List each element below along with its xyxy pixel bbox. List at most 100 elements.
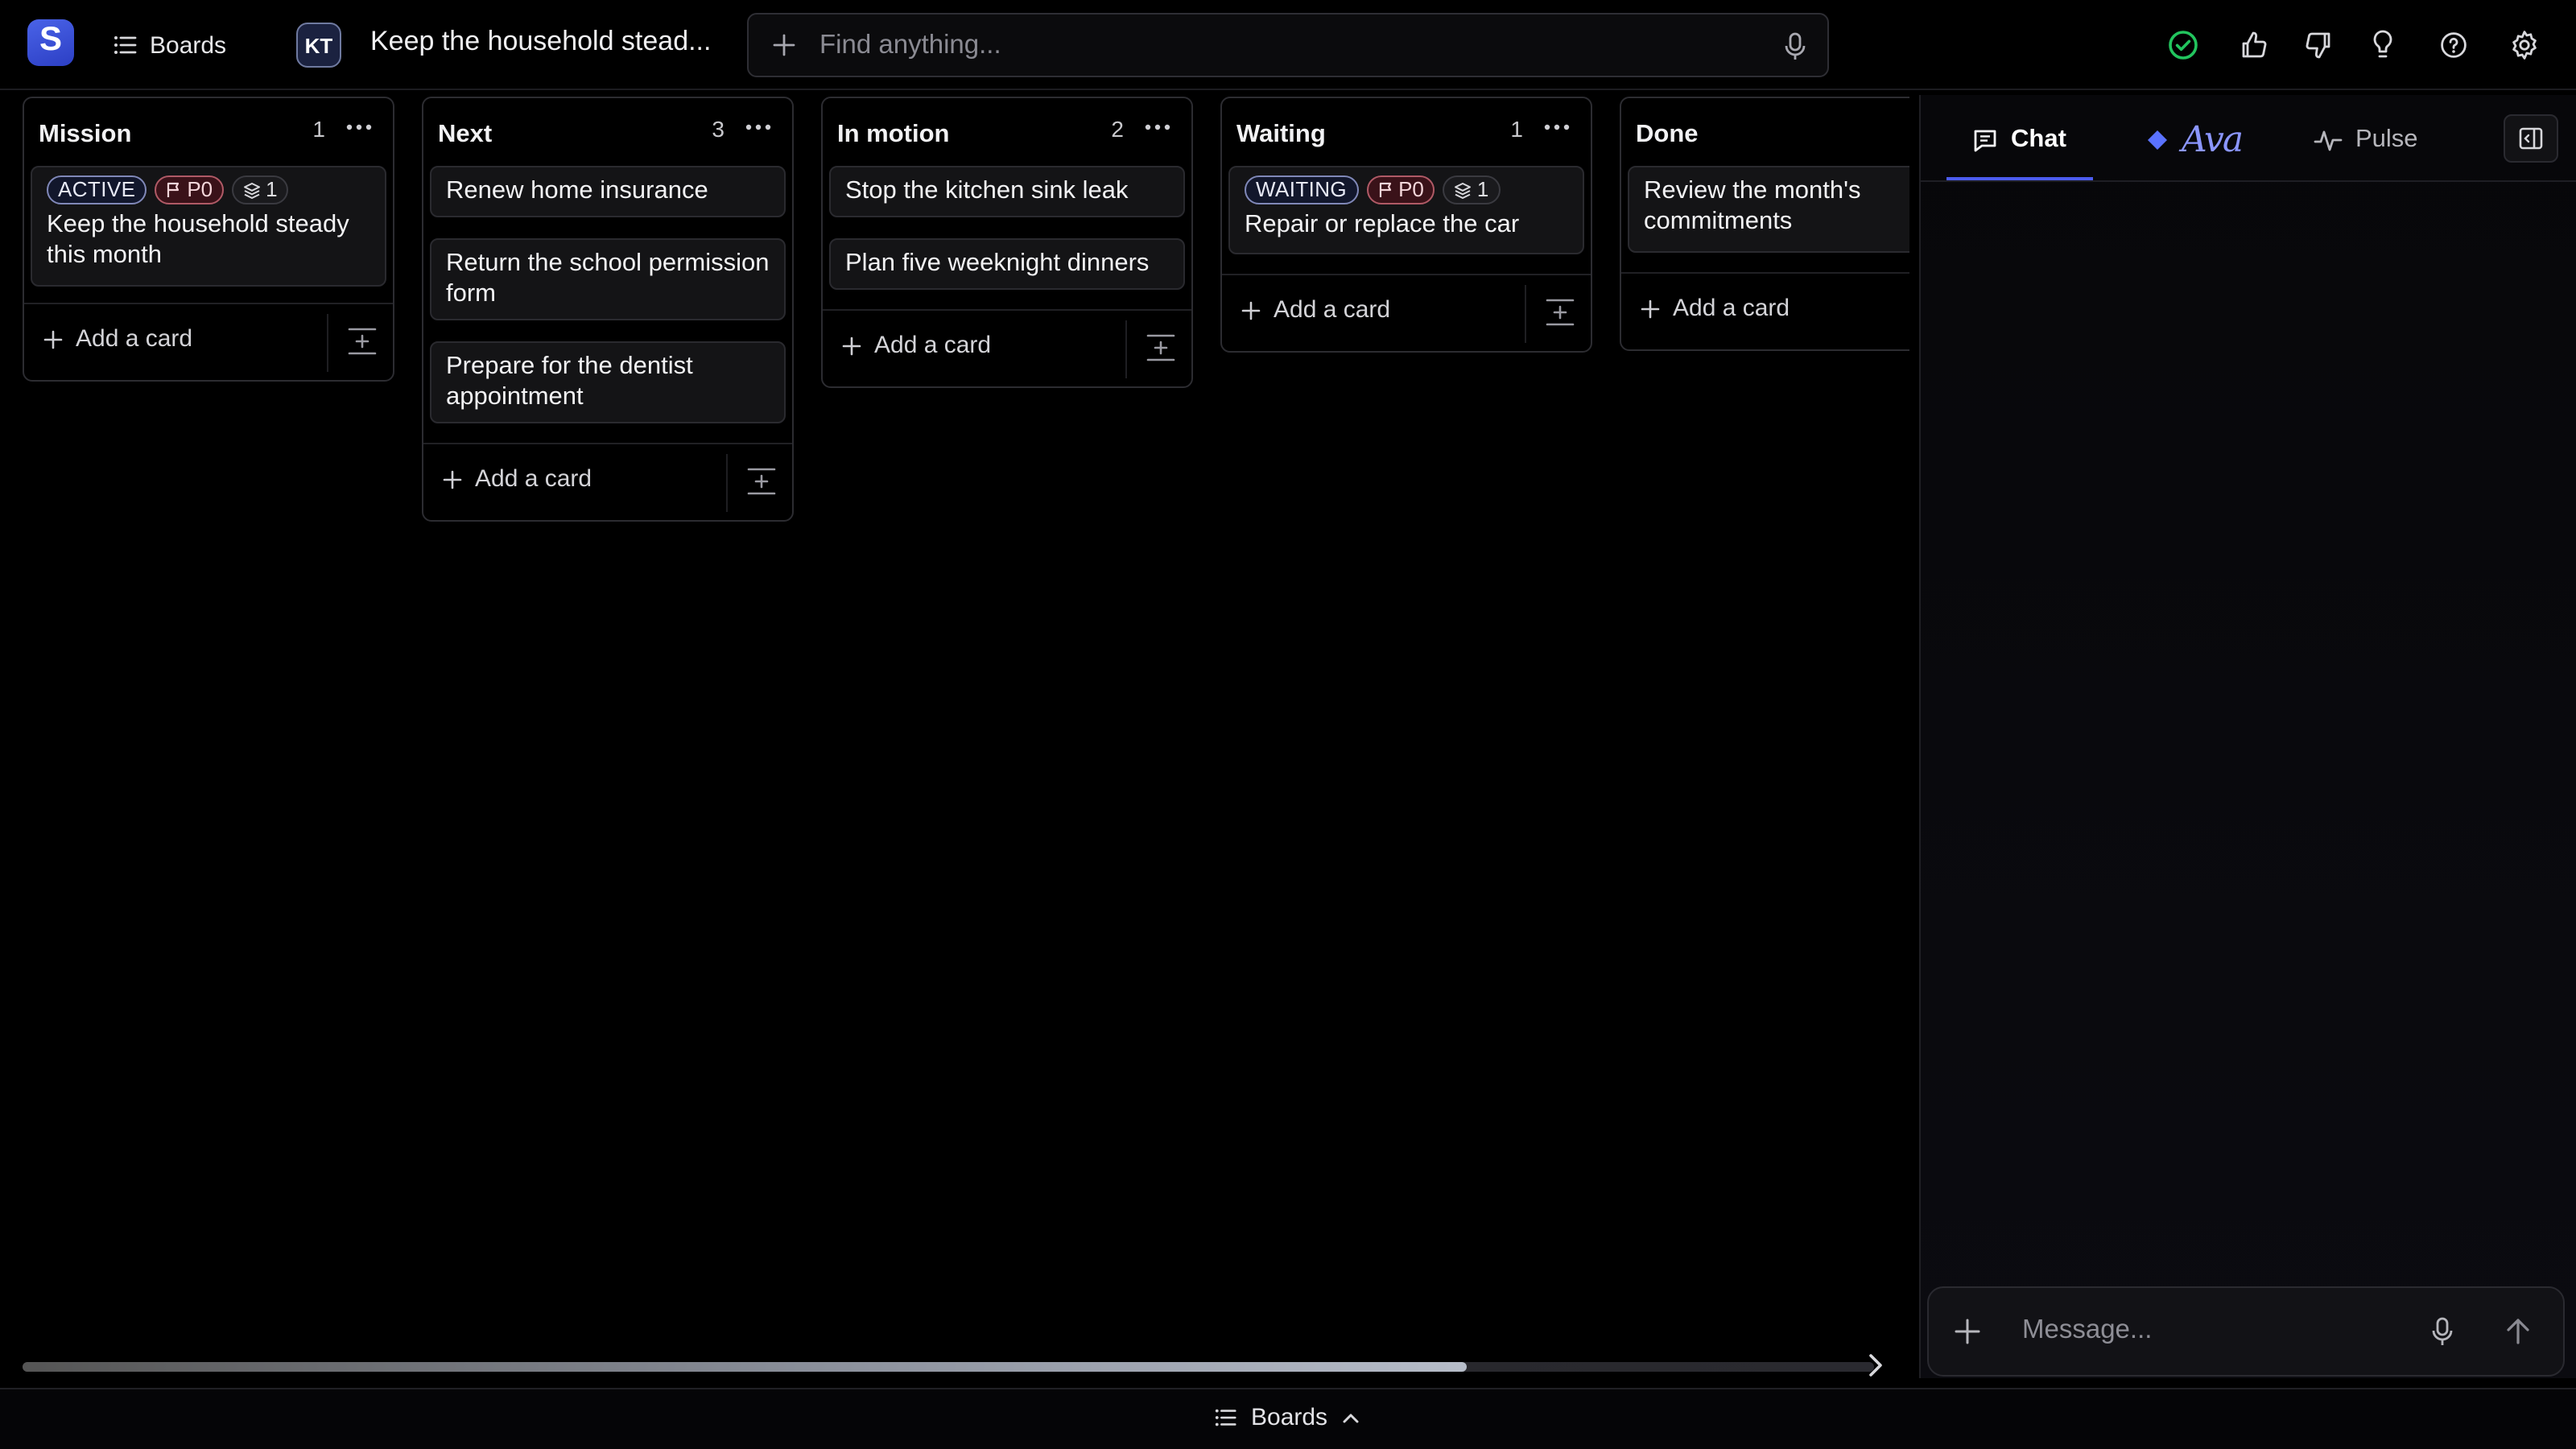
column-header: Waiting 1	[1222, 98, 1591, 166]
active-tab-indicator	[1946, 177, 2093, 180]
priority-badge: P0	[1366, 175, 1435, 204]
more-horizontal-icon	[745, 124, 771, 130]
card-title: Keep the household steady this month	[47, 211, 349, 269]
top-actions	[0, 26, 2576, 64]
flag-icon	[167, 182, 180, 197]
column-header: Done 1	[1621, 98, 1909, 166]
column-waiting: Waiting 1 WAITING P0 1 Repair or replace…	[1220, 97, 1592, 353]
horizontal-scrollbar[interactable]	[23, 1362, 1874, 1372]
column-menu-button[interactable]	[341, 113, 377, 142]
chevron-up-icon	[1342, 1413, 1358, 1422]
column-menu-button[interactable]	[1140, 113, 1175, 142]
add-card-button[interactable]: Add a card	[1641, 295, 1790, 322]
column-footer: Add a card	[823, 309, 1191, 386]
tab-chat-label: Chat	[2011, 126, 2066, 153]
bottom-boards-button[interactable]: Boards	[1214, 1404, 1360, 1431]
send-arrow-icon[interactable]	[2504, 1315, 2533, 1348]
layers-icon	[244, 182, 261, 198]
bottom-bar: Boards	[0, 1388, 2576, 1449]
column-header: Next 3	[423, 98, 792, 166]
card[interactable]: Plan five weeknight dinners	[829, 238, 1185, 290]
column-header: In motion 2	[823, 98, 1191, 166]
column-title: Done	[1636, 121, 1699, 148]
card[interactable]: Renew home insurance	[430, 166, 786, 217]
thumbs-up-button[interactable]	[2235, 26, 2273, 64]
add-card-label: Add a card	[76, 325, 193, 353]
message-input[interactable]: Message...	[2022, 1315, 2152, 1346]
panel-tabs: Chat Ava Pulse	[1921, 95, 2576, 182]
card[interactable]: Stop the kitchen sink leak	[829, 166, 1185, 217]
app-root: S Boards KT Keep the household stead... …	[0, 0, 2576, 1449]
add-card-button[interactable]: Add a card	[43, 325, 192, 353]
message-composer[interactable]: Message...	[1927, 1286, 2565, 1377]
insert-between-icon[interactable]	[1145, 332, 1177, 364]
lightbulb-icon	[2373, 30, 2392, 58]
column-menu-button[interactable]	[741, 113, 776, 142]
card-title: Repair or replace the car	[1245, 211, 1520, 238]
subtask-count: 1	[1476, 177, 1489, 201]
column-footer: Add a card	[1621, 272, 1909, 349]
layers-icon	[1455, 182, 1472, 198]
divider	[726, 454, 728, 512]
priority-label: P0	[1398, 177, 1424, 201]
priority-badge: P0	[155, 175, 225, 204]
list-icon	[1215, 1409, 1236, 1426]
bottom-boards-label: Boards	[1251, 1404, 1328, 1431]
more-horizontal-icon	[346, 124, 372, 130]
idea-button[interactable]	[2363, 26, 2402, 64]
help-button[interactable]	[2434, 26, 2473, 64]
column-done: Done 1 Review the month's commitments Ad…	[1620, 97, 1909, 351]
flag-icon	[1378, 182, 1391, 197]
pulse-icon	[2314, 130, 2343, 151]
card[interactable]: WAITING P0 1 Repair or replace the car	[1228, 166, 1584, 254]
tab-pulse[interactable]: Pulse	[2314, 121, 2418, 159]
tab-chat[interactable]: Chat	[1972, 121, 2066, 159]
scrollbar-thumb[interactable]	[23, 1362, 1467, 1372]
more-horizontal-icon	[1544, 124, 1570, 130]
add-card-button[interactable]: Add a card	[443, 465, 592, 493]
column-title: Next	[438, 121, 493, 148]
insert-between-icon[interactable]	[745, 465, 778, 497]
attach-plus-icon[interactable]	[1953, 1317, 1982, 1346]
card[interactable]: ACTIVE P0 1 Keep the household steady th…	[31, 166, 386, 287]
column-mission: Mission 1 ACTIVE P0 1 Keep the household…	[23, 97, 394, 382]
column-footer: Add a card	[1222, 274, 1591, 351]
tab-ava[interactable]: Ava	[2146, 120, 2244, 160]
plus-icon	[43, 329, 63, 349]
column-menu-button[interactable]	[1539, 113, 1575, 142]
priority-label: P0	[187, 177, 213, 201]
check-circle-icon	[2169, 31, 2198, 60]
microphone-icon[interactable]	[2429, 1317, 2455, 1348]
collapse-panel-button[interactable]	[2504, 114, 2558, 163]
card[interactable]: Prepare for the dentist appointment	[430, 341, 786, 423]
thumbs-down-button[interactable]	[2299, 26, 2338, 64]
add-card-label: Add a card	[1673, 295, 1790, 322]
divider	[327, 314, 328, 372]
card[interactable]: Review the month's commitments	[1628, 166, 1909, 253]
column-count: 3	[712, 116, 724, 142]
card[interactable]: Return the school permission form	[430, 238, 786, 320]
card-tags: WAITING P0 1	[1245, 175, 1570, 204]
column-footer: Add a card	[24, 303, 393, 380]
column-in-motion: In motion 2 Stop the kitchen sink leak P…	[821, 97, 1193, 388]
tab-ava-label: Ava	[2182, 120, 2244, 160]
insert-between-icon[interactable]	[346, 325, 378, 357]
status-ok-button[interactable]	[2164, 26, 2202, 64]
subtask-count: 1	[266, 177, 278, 201]
plus-icon	[1641, 299, 1660, 318]
column-next: Next 3 Renew home insurance Return the s…	[422, 97, 794, 522]
help-icon	[2441, 32, 2467, 58]
diamond-icon	[2148, 130, 2167, 150]
tab-pulse-label: Pulse	[2355, 126, 2418, 153]
card-tags: ACTIVE P0 1	[47, 175, 372, 204]
settings-button[interactable]	[2505, 26, 2544, 64]
add-card-button[interactable]: Add a card	[1241, 296, 1390, 324]
insert-between-icon[interactable]	[1544, 296, 1576, 328]
more-horizontal-icon	[1145, 124, 1170, 130]
add-card-label: Add a card	[475, 465, 592, 493]
board-area: Mission 1 ACTIVE P0 1 Keep the household…	[0, 90, 1909, 1362]
add-card-button[interactable]: Add a card	[842, 332, 991, 359]
chevron-right-icon[interactable]	[1863, 1349, 1889, 1381]
plus-icon	[1241, 300, 1261, 320]
column-count: 1	[312, 116, 325, 142]
